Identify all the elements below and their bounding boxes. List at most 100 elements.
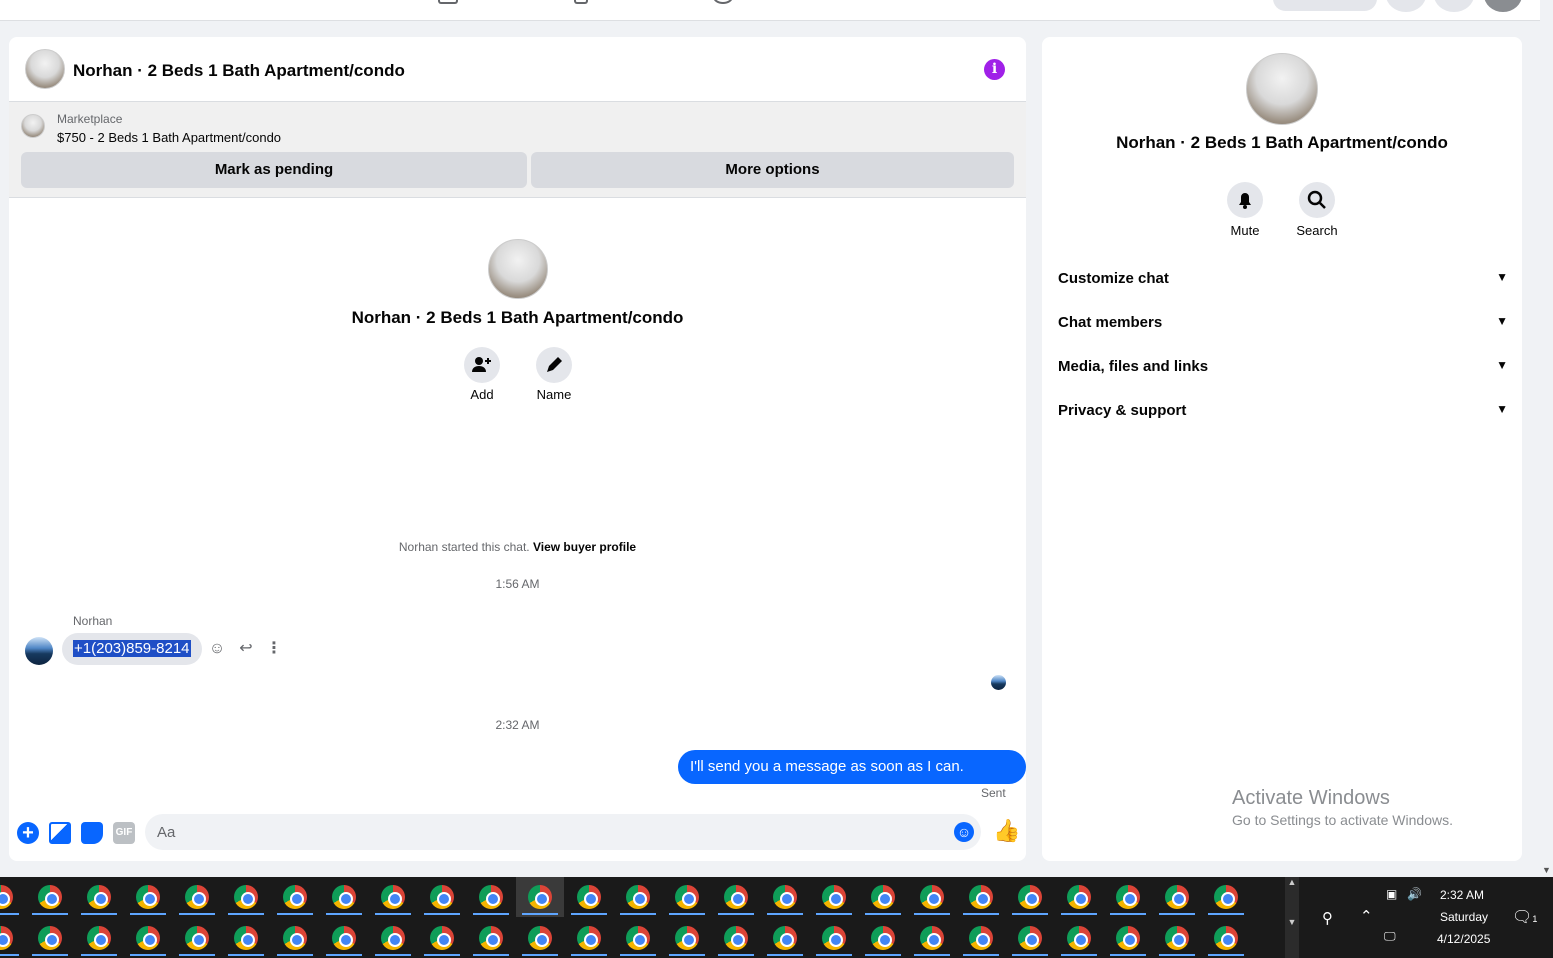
chrome-taskbar-icon[interactable] <box>516 918 564 958</box>
clock-day[interactable]: Saturday <box>1440 910 1488 924</box>
chrome-taskbar-icon[interactable] <box>75 877 123 917</box>
chrome-taskbar-icon[interactable] <box>222 918 270 958</box>
react-icon[interactable]: ☺ <box>207 639 227 659</box>
add-person-icon[interactable] <box>464 347 500 383</box>
chrome-taskbar-icon[interactable] <box>418 918 466 958</box>
thumbs-up-icon[interactable]: 👍 <box>993 819 1020 843</box>
listing-thumbnail[interactable] <box>21 114 45 138</box>
messenger-icon[interactable] <box>1434 0 1474 12</box>
chrome-taskbar-icon[interactable] <box>761 877 809 917</box>
chrome-taskbar-icon[interactable] <box>908 918 956 958</box>
gif-icon[interactable]: GIF <box>113 822 135 844</box>
chrome-taskbar-icon[interactable] <box>222 877 270 917</box>
marketplace-nav-icon[interactable] <box>438 0 458 4</box>
photo-icon[interactable] <box>49 822 71 844</box>
chrome-taskbar-icon[interactable] <box>859 918 907 958</box>
chrome-taskbar-icon[interactable] <box>1006 918 1054 958</box>
groups-nav-icon[interactable] <box>574 0 588 4</box>
chrome-taskbar-icon[interactable] <box>1104 877 1152 917</box>
chrome-taskbar-icon[interactable] <box>1104 918 1152 958</box>
section-customize-chat[interactable]: Customize chat ▼ <box>1058 270 1508 287</box>
account-avatar[interactable] <box>1484 0 1522 12</box>
sender-avatar[interactable] <box>25 637 53 665</box>
people-icon[interactable]: ⚲ <box>1322 909 1333 927</box>
network-icon[interactable]: 🖵 <box>1384 929 1396 944</box>
search-icon[interactable] <box>1299 182 1335 218</box>
chrome-taskbar-icon[interactable] <box>26 918 74 958</box>
chrome-taskbar-icon[interactable] <box>467 918 515 958</box>
chrome-taskbar-icon[interactable] <box>124 918 172 958</box>
more-options-button[interactable]: More options <box>531 152 1014 188</box>
pencil-icon[interactable] <box>536 347 572 383</box>
chrome-taskbar-icon[interactable] <box>810 877 858 917</box>
chrome-taskbar-icon[interactable] <box>614 877 662 917</box>
plus-icon[interactable]: + <box>17 822 39 844</box>
bell-icon[interactable] <box>1227 182 1263 218</box>
chrome-taskbar-icon[interactable] <box>565 877 613 917</box>
top-pill-button[interactable] <box>1273 0 1377 11</box>
chrome-taskbar-icon[interactable] <box>761 918 809 958</box>
chrome-taskbar-icon[interactable] <box>418 877 466 917</box>
chrome-taskbar-icon[interactable] <box>565 918 613 958</box>
section-chat-members[interactable]: Chat members ▼ <box>1058 314 1508 331</box>
volume-icon[interactable]: 🔊 <box>1407 887 1422 901</box>
side-avatar[interactable] <box>1246 53 1318 125</box>
chrome-taskbar-icon[interactable] <box>369 918 417 958</box>
chrome-taskbar-icon[interactable] <box>0 918 25 958</box>
chrome-taskbar-icon[interactable] <box>859 877 907 917</box>
chrome-taskbar-icon[interactable] <box>271 918 319 958</box>
incoming-message[interactable]: +1(203)859-8214 <box>62 633 202 665</box>
meet-icon[interactable]: ▣ <box>1386 887 1397 901</box>
chrome-taskbar-icon[interactable] <box>467 877 515 917</box>
gaming-nav-icon[interactable] <box>713 0 733 4</box>
selected-phone-text[interactable]: +1(203)859-8214 <box>73 640 191 657</box>
chrome-taskbar-icon[interactable] <box>1006 877 1054 917</box>
chrome-taskbar-icon[interactable] <box>663 877 711 917</box>
chrome-taskbar-icon[interactable] <box>712 918 760 958</box>
page-scrollbar[interactable]: ▼ <box>1540 0 1553 877</box>
chrome-taskbar-icon[interactable] <box>369 877 417 917</box>
chrome-taskbar-icon[interactable] <box>320 877 368 917</box>
chrome-taskbar-icon[interactable] <box>663 918 711 958</box>
emoji-icon[interactable]: ☺ <box>954 822 974 842</box>
chrome-taskbar-icon[interactable] <box>1202 877 1250 917</box>
info-icon[interactable]: i <box>984 59 1005 80</box>
outgoing-message[interactable]: I'll send you a message as soon as I can… <box>678 750 1026 809</box>
mark-as-pending-button[interactable]: Mark as pending <box>21 152 527 188</box>
message-input[interactable] <box>145 814 981 850</box>
chrome-taskbar-icon[interactable] <box>908 877 956 917</box>
intro-avatar[interactable] <box>488 239 548 299</box>
chrome-taskbar-icon[interactable] <box>1055 877 1103 917</box>
chrome-taskbar-icon[interactable] <box>1202 918 1250 958</box>
view-buyer-profile-link[interactable]: View buyer profile <box>533 540 636 554</box>
chrome-taskbar-icon[interactable] <box>1153 918 1201 958</box>
section-privacy-support[interactable]: Privacy & support ▼ <box>1058 402 1508 419</box>
menu-icon[interactable] <box>1386 0 1426 12</box>
clock-date[interactable]: 4/12/2025 <box>1437 932 1490 946</box>
taskbar-scroll[interactable]: ▲ ▼ <box>1285 877 1299 958</box>
chevron-up-icon[interactable]: ⌃ <box>1360 907 1373 925</box>
reply-icon[interactable]: ↩ <box>236 639 256 659</box>
chrome-taskbar-icon[interactable] <box>712 877 760 917</box>
chrome-taskbar-icon[interactable] <box>173 877 221 917</box>
chrome-taskbar-icon[interactable] <box>271 877 319 917</box>
chrome-taskbar-icon[interactable] <box>124 877 172 917</box>
chrome-taskbar-icon[interactable] <box>1055 918 1103 958</box>
scroll-down-arrow[interactable]: ▼ <box>1542 865 1551 875</box>
chat-title[interactable]: Norhan · 2 Beds 1 Bath Apartment/condo <box>73 61 405 81</box>
chrome-taskbar-icon[interactable] <box>516 877 564 917</box>
chrome-taskbar-icon[interactable] <box>957 877 1005 917</box>
more-icon[interactable]: ⋮ <box>264 639 284 659</box>
chrome-taskbar-icon[interactable] <box>614 918 662 958</box>
section-media-files-links[interactable]: Media, files and links ▼ <box>1058 358 1508 375</box>
notification-icon[interactable]: 🗨1 <box>1512 907 1537 927</box>
sticker-icon[interactable] <box>81 822 103 844</box>
chrome-taskbar-icon[interactable] <box>957 918 1005 958</box>
chrome-taskbar-icon[interactable] <box>0 877 25 917</box>
chrome-taskbar-icon[interactable] <box>1153 877 1201 917</box>
chrome-taskbar-icon[interactable] <box>320 918 368 958</box>
chrome-taskbar-icon[interactable] <box>173 918 221 958</box>
chrome-taskbar-icon[interactable] <box>26 877 74 917</box>
chrome-taskbar-icon[interactable] <box>75 918 123 958</box>
chat-avatar[interactable] <box>25 49 65 89</box>
